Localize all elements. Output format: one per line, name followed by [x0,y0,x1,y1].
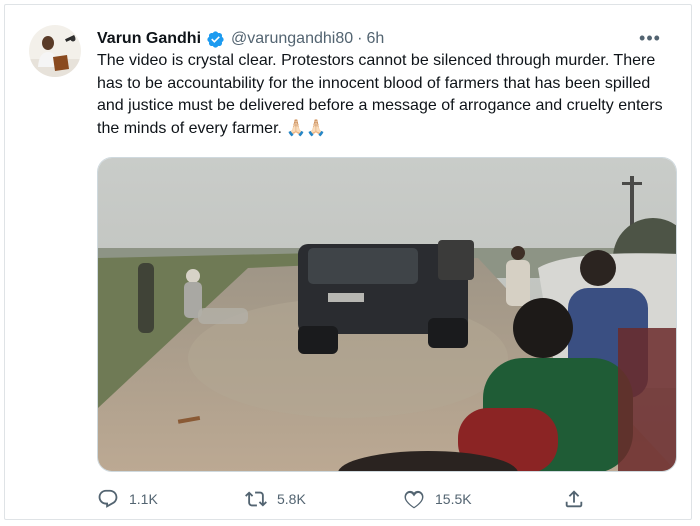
retweet-icon [245,491,267,507]
separator-dot: · [357,30,363,47]
reply-button[interactable]: 1.1K [97,488,158,510]
reply-icon [98,489,118,508]
author-handle[interactable]: @varungandhi80 [231,30,353,48]
heart-icon [404,490,424,509]
share-button[interactable] [563,488,595,510]
tweet-timestamp[interactable]: 6h [366,30,384,48]
like-button[interactable]: 15.5K [403,488,472,510]
tweet-card: Varun Gandhi @varungandhi80 · 6h ••• The… [4,4,692,520]
reply-count: 1.1K [129,491,158,507]
tweet-text: The video is crystal clear. Protestors c… [97,52,663,137]
tweet-video-media[interactable] [97,157,677,472]
share-icon [565,490,583,508]
author-display-name[interactable]: Varun Gandhi [97,30,201,48]
retweet-count: 5.8K [277,491,306,507]
tweet-header: Varun Gandhi @varungandhi80 · 6h [97,27,651,51]
tweet-actions: 1.1K 5.8K 15.5K [97,487,597,511]
like-count: 15.5K [435,491,472,507]
more-icon[interactable]: ••• [639,27,661,49]
verified-badge-icon [206,30,225,49]
retweet-button[interactable]: 5.8K [245,488,306,510]
avatar[interactable] [29,25,81,77]
